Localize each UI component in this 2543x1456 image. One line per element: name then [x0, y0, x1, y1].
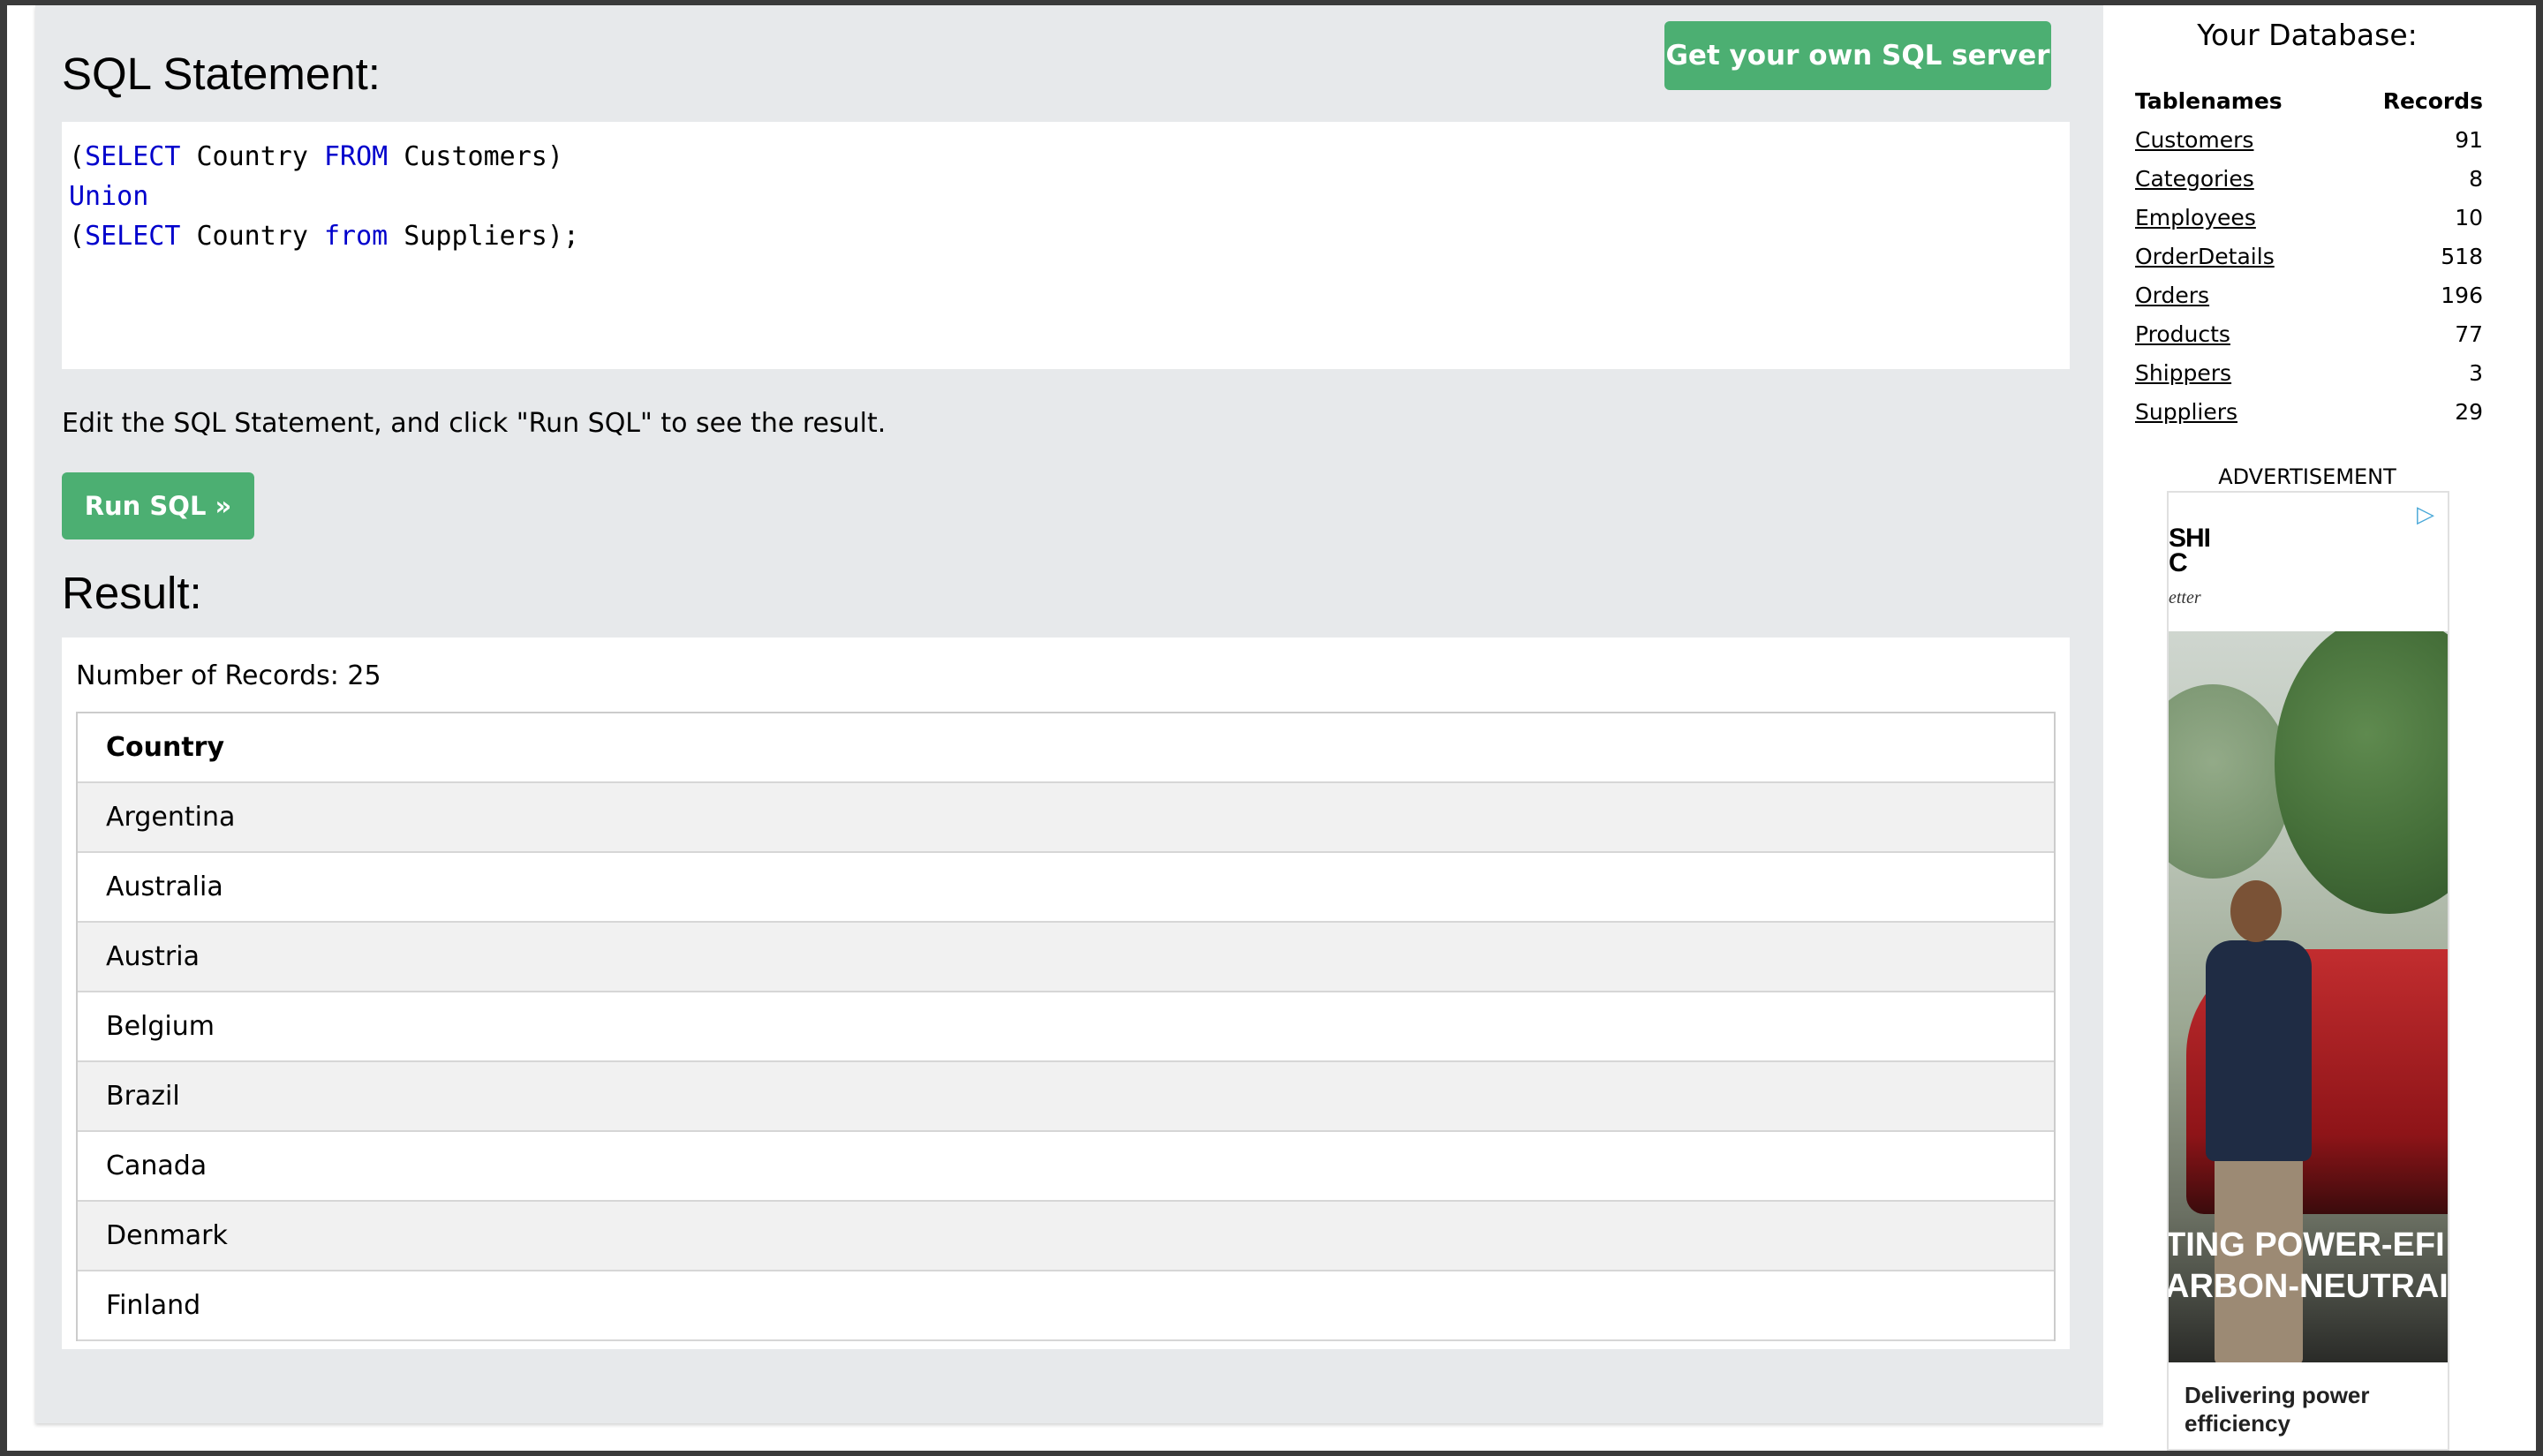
ad-photo-foliage-left	[2169, 684, 2292, 879]
table-link-shippers[interactable]: Shippers	[2135, 360, 2231, 386]
ad-photo: TING POWER-EFI ARBON-NEUTRAI	[2169, 631, 2449, 1362]
col-tablenames: Tablenames	[2135, 87, 2283, 114]
ad-footer-text: Delivering power efficiency	[2185, 1382, 2370, 1437]
database-sidebar: Your Database: Tablenames Records Custom…	[2103, 5, 2536, 1451]
sql-text: (	[69, 221, 86, 252]
sql-keyword: Union	[69, 181, 149, 212]
table-row: Austria	[78, 923, 2054, 992]
table-link-categories[interactable]: Categories	[2135, 166, 2254, 192]
table-record-count: 8	[2469, 165, 2483, 192]
database-table-row: Products 77	[2135, 314, 2483, 353]
editor-panel: SQL Statement: Get your own SQL server (…	[35, 5, 2103, 1423]
sql-keyword: FROM	[324, 141, 389, 172]
result-title: Result:	[62, 568, 202, 618]
table-record-count: 3	[2469, 359, 2483, 386]
ad-photo-person-body	[2206, 940, 2312, 1161]
advertisement-banner[interactable]: ▷ SHI C etter TING POWER-EFI ARBON-NEUTR…	[2167, 491, 2449, 1451]
result-table: Country Argentina Australia Austria Belgium…	[76, 712, 2056, 1341]
sql-editor[interactable]: (SELECT Country FROM Customers) Union (SEL…	[62, 122, 2070, 369]
database-table-row: Orders 196	[2135, 275, 2483, 314]
sql-line: (SELECT Country from Suppliers);	[69, 216, 2063, 256]
table-link-orderdetails[interactable]: OrderDetails	[2135, 244, 2275, 269]
ad-photo-foliage	[2275, 631, 2448, 914]
browser-viewport: SQL Statement: Get your own SQL server (…	[7, 5, 2536, 1451]
table-record-count: 196	[2441, 282, 2483, 308]
table-record-count: 77	[2455, 321, 2483, 347]
table-header-country: Country	[78, 713, 2054, 783]
database-table-row: Shippers 3	[2135, 353, 2483, 392]
sql-text: Customers)	[388, 141, 563, 172]
table-link-employees[interactable]: Employees	[2135, 205, 2256, 230]
table-row: Belgium	[78, 992, 2054, 1062]
table-row: Argentina	[78, 783, 2054, 853]
ad-brand-text: SHI C	[2169, 524, 2211, 577]
ad-headline-line1: TING POWER-EFI	[2169, 1226, 2445, 1264]
ad-headline: TING POWER-EFI ARBON-NEUTRAI	[2169, 1225, 2449, 1308]
table-row: Denmark	[78, 1202, 2054, 1271]
sql-keyword: SELECT	[85, 221, 181, 252]
table-link-orders[interactable]: Orders	[2135, 283, 2209, 308]
table-record-count: 91	[2455, 126, 2483, 153]
ad-brand-line2: C	[2169, 548, 2188, 577]
table-row: Canada	[78, 1132, 2054, 1202]
sql-keyword: SELECT	[85, 141, 181, 172]
ad-photo-person-head	[2230, 880, 2282, 942]
run-sql-button[interactable]: Run SQL »	[62, 472, 254, 539]
adchoices-icon[interactable]: ▷	[2412, 502, 2439, 528]
ad-brand-subtitle: etter	[2169, 588, 2201, 607]
database-table-row: Employees 10	[2135, 198, 2483, 237]
advertisement-label: ADVERTISEMENT	[2218, 464, 2396, 489]
database-table-header: Tablenames Records	[2135, 81, 2483, 120]
col-records: Records	[2382, 87, 2483, 114]
database-table-row: Categories 8	[2135, 159, 2483, 198]
record-count: Number of Records: 25	[76, 660, 381, 691]
sql-statement-title: SQL Statement:	[62, 49, 381, 99]
database-table-row: OrderDetails 518	[2135, 237, 2483, 275]
sql-text: Suppliers);	[388, 221, 579, 252]
editor-hint-text: Edit the SQL Statement, and click "Run S…	[62, 408, 887, 439]
sql-keyword: from	[324, 221, 389, 252]
get-own-sql-server-button[interactable]: Get your own SQL server	[1664, 21, 2051, 90]
your-database-title: Your Database:	[2197, 18, 2418, 52]
database-table-row: Suppliers 29	[2135, 392, 2483, 431]
table-record-count: 518	[2441, 243, 2483, 269]
table-link-suppliers[interactable]: Suppliers	[2135, 399, 2237, 425]
sql-text: (	[69, 141, 86, 172]
table-record-count: 10	[2455, 204, 2483, 230]
sql-text: Country	[180, 141, 324, 172]
database-table-row: Customers 91	[2135, 120, 2483, 159]
table-link-customers[interactable]: Customers	[2135, 127, 2253, 153]
sql-text: Country	[180, 221, 324, 252]
result-panel[interactable]: Number of Records: 25 Country Argentina A…	[62, 637, 2070, 1349]
table-row: Brazil	[78, 1062, 2054, 1132]
database-table-list: Tablenames Records Customers 91 Categories…	[2135, 81, 2483, 431]
table-row: Australia	[78, 853, 2054, 923]
sql-line: Union	[69, 177, 2063, 216]
table-record-count: 29	[2455, 398, 2483, 425]
ad-brand-line1: SHI	[2169, 524, 2211, 553]
sql-line: (SELECT Country FROM Customers)	[69, 137, 2063, 177]
table-link-products[interactable]: Products	[2135, 321, 2230, 347]
ad-headline-line2: ARBON-NEUTRAI	[2169, 1268, 2449, 1305]
table-row: Finland	[78, 1271, 2054, 1341]
